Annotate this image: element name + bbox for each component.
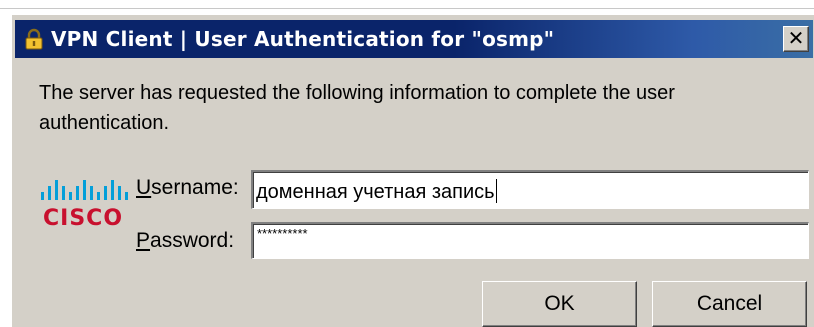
username-label: Username:	[136, 176, 239, 200]
background-strip	[0, 0, 814, 15]
cancel-button[interactable]: Cancel	[652, 281, 807, 327]
cisco-bars-icon	[41, 180, 128, 200]
username-label-text: sername:	[151, 176, 239, 199]
padlock-icon	[25, 28, 43, 50]
close-button[interactable]: ✕	[783, 26, 809, 52]
dialog-title: VPN Client | User Authentication for "os…	[51, 27, 555, 51]
background-divider	[0, 8, 814, 9]
username-value: доменная учетная запись	[256, 181, 495, 203]
cisco-wordmark: CISCO	[43, 206, 124, 231]
vpn-auth-dialog: VPN Client | User Authentication for "os…	[11, 14, 814, 327]
username-input[interactable]: доменная учетная запись	[251, 170, 809, 209]
password-label: Password:	[136, 229, 234, 253]
text-caret	[495, 179, 497, 203]
cisco-logo: CISCO	[41, 172, 129, 242]
info-message: The server has requested the following i…	[39, 82, 675, 134]
ok-button[interactable]: OK	[482, 281, 637, 327]
password-input[interactable]: **********	[251, 222, 809, 259]
username-label-accelerator: U	[136, 176, 152, 199]
title-bar[interactable]: VPN Client | User Authentication for "os…	[15, 20, 813, 58]
close-icon: ✕	[787, 26, 805, 50]
password-masked-value: **********	[257, 226, 308, 241]
password-label-text: assword:	[150, 229, 235, 252]
password-label-accelerator: P	[136, 229, 151, 252]
